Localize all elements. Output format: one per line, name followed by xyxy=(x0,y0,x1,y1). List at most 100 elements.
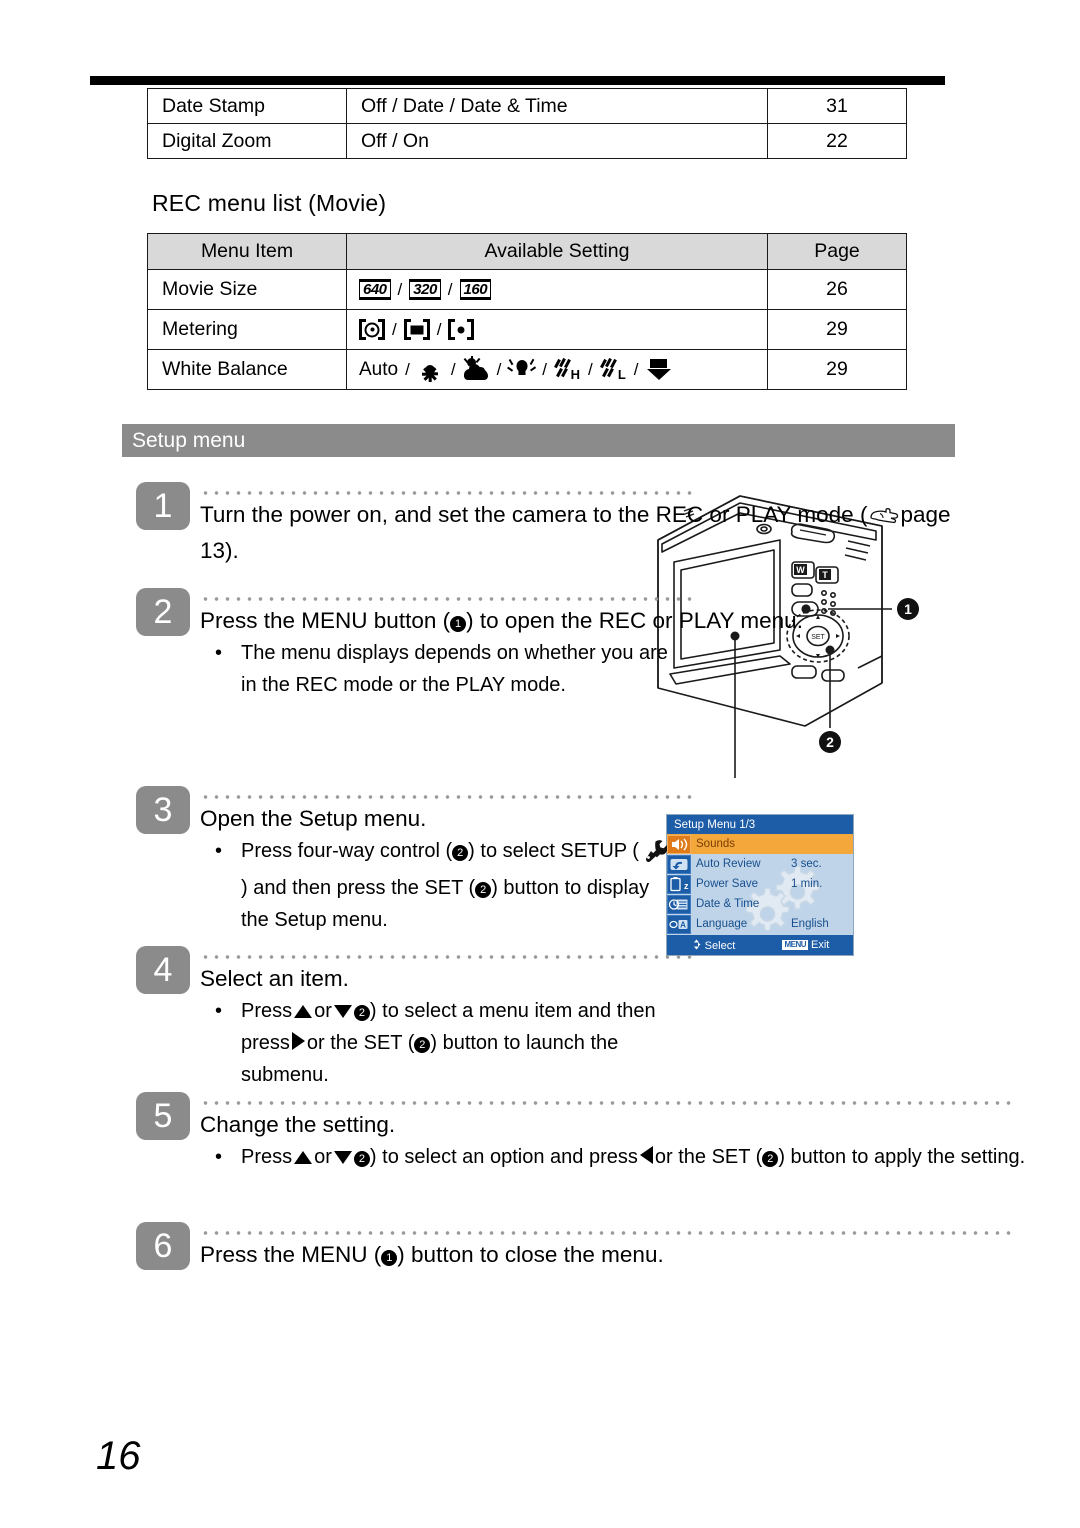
lcd-label: Date & Time xyxy=(696,898,760,910)
step-2-bullets: The menu displays depends on whether you… xyxy=(200,637,956,701)
table-row: Date Stamp Off / Date / Date & Time 31 xyxy=(147,88,907,124)
available-setting-cell: 640 / 320 / 160 xyxy=(346,269,768,310)
movie-size-640-icon: 640 xyxy=(359,279,391,300)
calendar-icon xyxy=(667,894,691,914)
step-divider-dots xyxy=(200,491,695,495)
separator-slash: / xyxy=(633,360,639,379)
svg-text:z: z xyxy=(684,881,689,891)
step-divider-dots xyxy=(200,955,695,959)
menu-item-cell: Movie Size xyxy=(147,269,347,310)
wb-cloudy-icon xyxy=(463,356,490,382)
separator-slash: / xyxy=(542,360,548,379)
table-row: White Balance Auto / / / / H / L / 29 xyxy=(147,349,907,390)
step-5-text-b: or xyxy=(314,1146,332,1168)
right-arrow-icon xyxy=(291,1032,305,1050)
fluorescent-l-letter: L xyxy=(617,367,626,382)
step-divider-dots xyxy=(200,1231,1012,1235)
wb-fluorescent-l-icon: L xyxy=(599,357,627,382)
available-setting-cell: Off / On xyxy=(346,123,768,159)
lcd-menu-item-power-save[interactable]: z Power Save 1 min. xyxy=(667,874,853,894)
page-number-cell: 26 xyxy=(767,269,907,310)
callout-badge-2: 2 xyxy=(452,845,469,861)
step-3-text-b: ) to select SETUP ( xyxy=(468,840,639,862)
lcd-menu-rows: Sounds Auto Review 3 sec. z Power Save 1… xyxy=(667,834,853,935)
lcd-value: English xyxy=(791,918,829,930)
rec-menu-continued-table: Date Stamp Off / Date / Date & Time 31 D… xyxy=(147,88,907,159)
lcd-menu-item-sounds[interactable]: Sounds xyxy=(667,834,853,854)
step-4-text-d: or the SET ( xyxy=(306,1032,415,1054)
movie-size-160-icon: 160 xyxy=(459,279,492,300)
callout-badge-2b: 2 xyxy=(762,1151,779,1167)
metering-center-icon xyxy=(403,319,430,340)
callout-badge-1: 1 xyxy=(450,616,467,632)
step-number-badge: 3 xyxy=(136,786,190,834)
step-1-text-a: Turn the power on, and set the camera to… xyxy=(200,502,868,527)
step-5: 5 Change the setting. Pressor2) to selec… xyxy=(136,1092,1025,1222)
step-number-badge: 5 xyxy=(136,1092,190,1140)
language-icon: A xyxy=(667,914,691,934)
pointing-hand-icon xyxy=(869,501,899,534)
setup-wrench-icon xyxy=(641,838,669,872)
table-row: Digital Zoom Off / On 22 xyxy=(147,123,907,159)
step-divider-dots xyxy=(200,597,695,601)
step-number-badge: 1 xyxy=(136,482,190,530)
menu-item-cell: Date Stamp xyxy=(147,88,347,124)
step-4-bullets: Pressor2) to select a menu item and then… xyxy=(200,995,956,1091)
movie-size-320-icon: 320 xyxy=(409,279,441,300)
lcd-menu-item-date-time[interactable]: Date & Time xyxy=(667,894,853,914)
wb-auto-label: Auto xyxy=(359,359,399,380)
separator-slash: / xyxy=(496,360,502,379)
separator-slash: / xyxy=(588,360,593,379)
step-6-text-b: ) button to close the menu. xyxy=(397,1242,664,1267)
callout-badge-2b: 2 xyxy=(414,1037,431,1053)
step-number-badge: 4 xyxy=(136,946,190,994)
list-item: Pressor2) to select an option and presso… xyxy=(200,1141,1031,1173)
up-arrow-icon xyxy=(294,1151,313,1164)
separator-slash: / xyxy=(397,280,403,299)
separator-slash: / xyxy=(405,360,410,379)
page-top-rule xyxy=(90,76,945,85)
separator-slash: / xyxy=(436,320,442,339)
manual-page: Date Stamp Off / Date / Date & Time 31 D… xyxy=(0,0,1080,1528)
menu-item-cell: White Balance xyxy=(147,349,347,390)
lcd-label: Auto Review xyxy=(696,858,761,870)
lcd-value: 3 sec. xyxy=(791,858,822,870)
down-arrow-icon xyxy=(333,1005,352,1018)
up-arrow-icon xyxy=(294,1005,313,1018)
page-number: 16 xyxy=(96,1434,141,1478)
step-5-text-e: ) button to apply the setting. xyxy=(778,1146,1026,1168)
table-header-row: Menu Item Available Setting Page xyxy=(147,233,907,270)
setup-menu-section-header: Setup menu xyxy=(122,424,955,457)
step-5-text-c: ) to select an option and press xyxy=(369,1146,638,1168)
lcd-menu-item-language[interactable]: A Language English xyxy=(667,914,853,934)
table-row: Metering / / 29 xyxy=(147,309,907,350)
battery-sleep-icon: z xyxy=(667,874,691,894)
down-arrow-icon xyxy=(333,1151,352,1164)
speaker-icon xyxy=(667,834,691,854)
header-menu-item: Menu Item xyxy=(147,233,347,270)
step-5-bullets: Pressor2) to select an option and presso… xyxy=(200,1141,1025,1173)
lcd-menu-item-auto-review[interactable]: Auto Review 3 sec. xyxy=(667,854,853,874)
list-item: Press four-way control (2) to select SET… xyxy=(200,835,671,936)
list-item: The menu displays depends on whether you… xyxy=(200,637,671,701)
header-available-setting: Available Setting xyxy=(346,233,768,270)
page-number-cell: 31 xyxy=(767,88,907,124)
step-4-text-b: or xyxy=(314,1000,332,1022)
callout-badge-1: 1 xyxy=(381,1250,398,1266)
header-page: Page xyxy=(767,233,907,270)
rec-menu-movie-table: Menu Item Available Setting Page Movie S… xyxy=(147,233,907,390)
lcd-label: Language xyxy=(696,918,748,930)
left-arrow-icon xyxy=(639,1146,653,1164)
step-2: 2 Press the MENU button (1) to open the … xyxy=(136,588,956,786)
step-number-badge: 6 xyxy=(136,1222,190,1270)
available-setting-cell: Off / Date / Date & Time xyxy=(346,88,768,124)
metering-multi-icon xyxy=(359,319,385,340)
step-4-text-a: Press xyxy=(241,1000,293,1022)
list-item: Pressor2) to select a menu item and then… xyxy=(200,995,671,1091)
step-6-text-a: Press the MENU ( xyxy=(200,1242,382,1267)
wb-custom-icon xyxy=(646,357,673,382)
wb-fluorescent-h-icon: H xyxy=(554,357,581,382)
callout-badge-2b: 2 xyxy=(475,882,492,898)
separator-slash: / xyxy=(450,360,456,379)
wb-daylight-icon xyxy=(417,357,444,382)
